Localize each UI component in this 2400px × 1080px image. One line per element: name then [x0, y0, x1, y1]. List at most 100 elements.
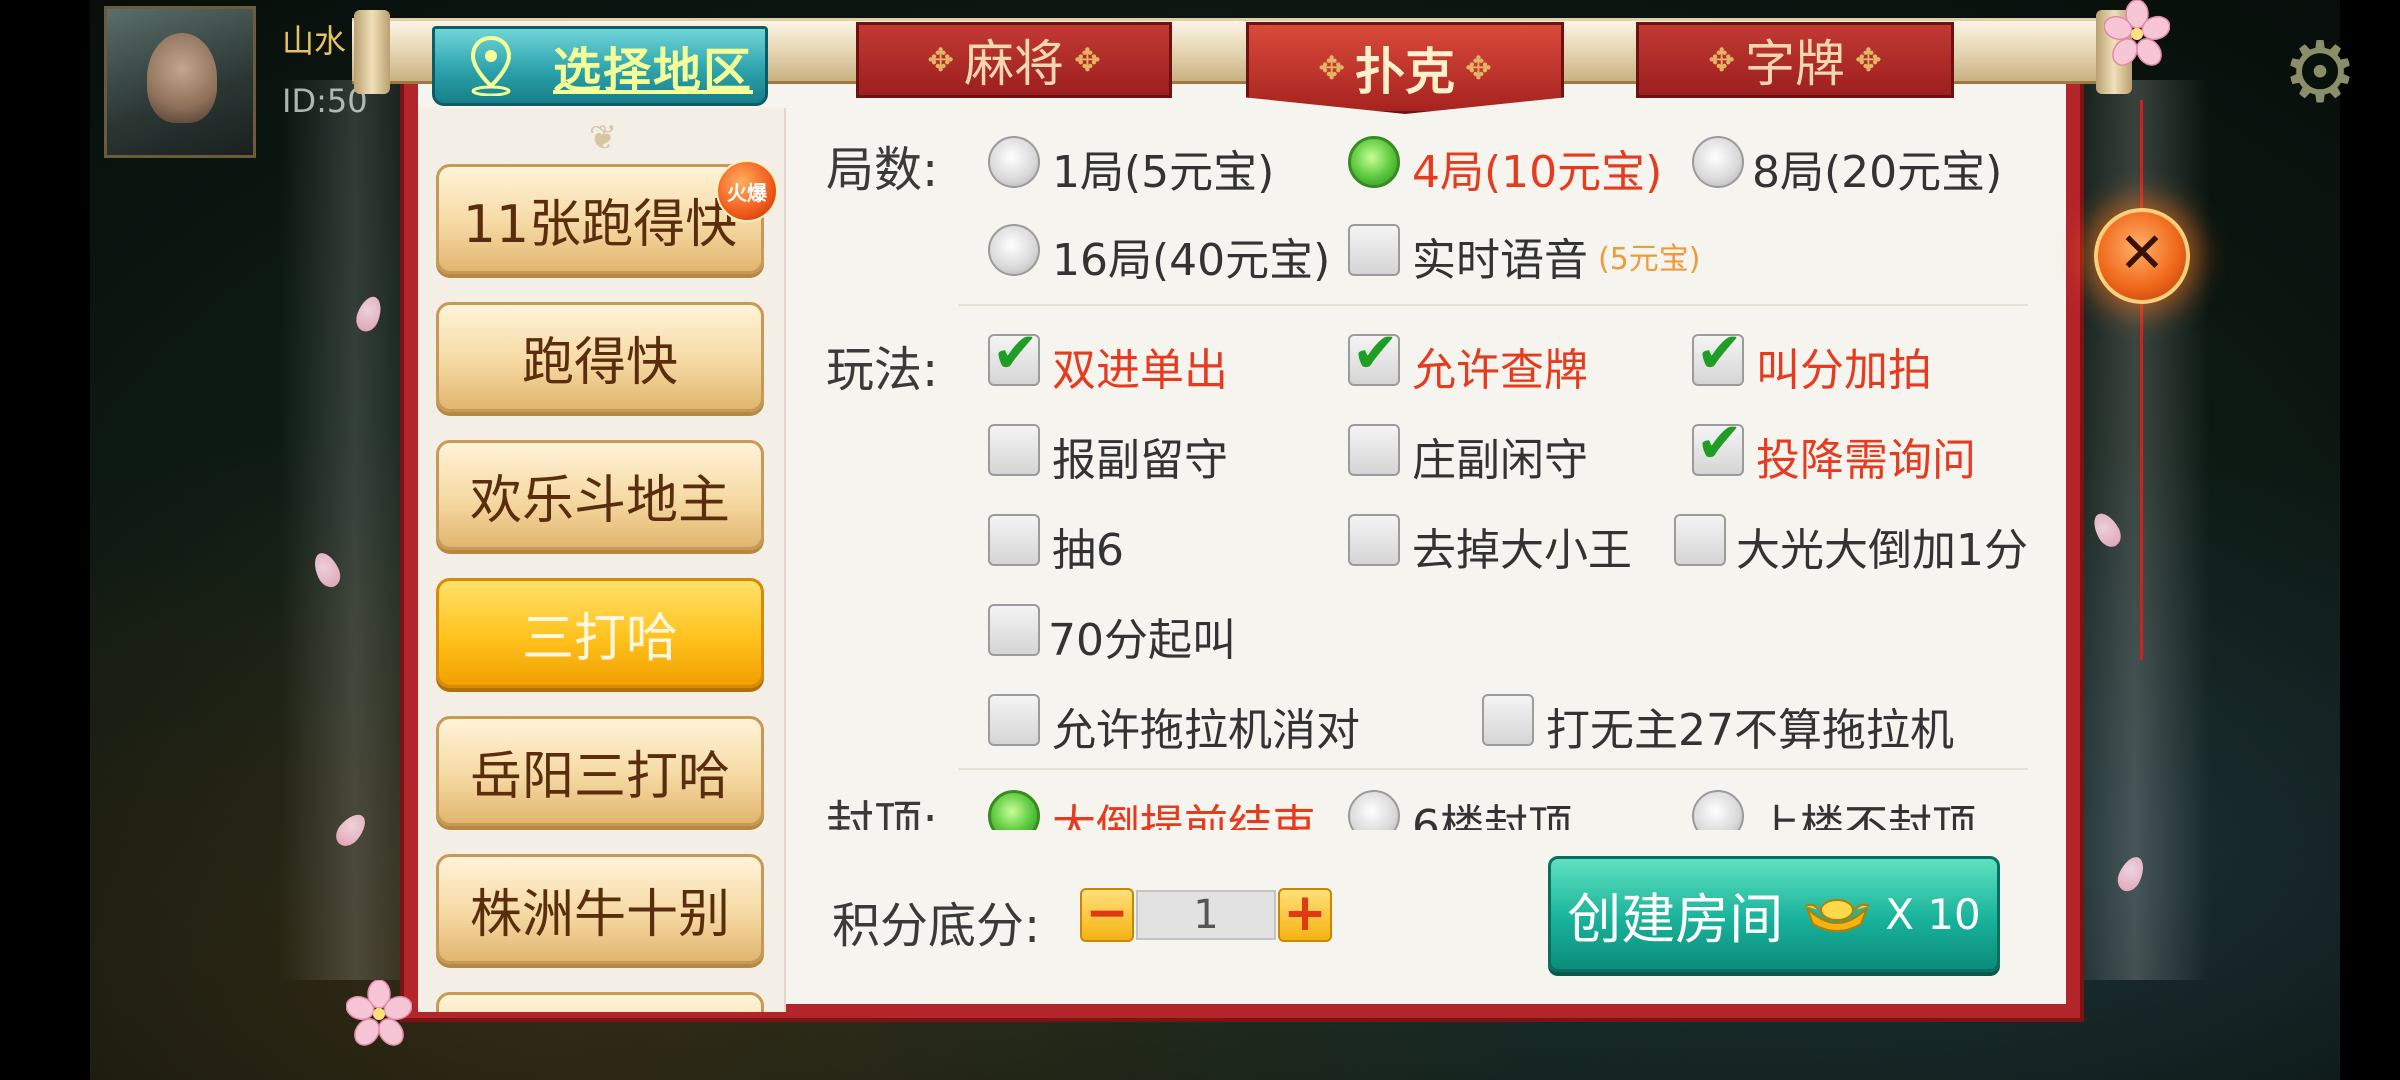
rounds-label: 局数: — [826, 142, 939, 198]
rope-decoration — [2140, 100, 2143, 660]
flower-decoration-icon — [2104, 0, 2170, 66]
checkbox-rule[interactable] — [988, 424, 1040, 476]
game-item-partial[interactable] — [436, 992, 764, 1012]
game-list-sidebar[interactable]: ❦ 11张跑得快 跑得快 欢乐斗地主 三打哈 岳阳三打哈 株洲牛十别 — [418, 108, 786, 1012]
option-label: 4局(10元宝) — [1412, 147, 1663, 198]
checkmark-icon: ✔ — [1696, 321, 1743, 386]
option-label: 大倒提前结束 — [1052, 801, 1316, 830]
game-item-label: 三打哈 — [521, 608, 678, 669]
ornament-icon: ✥ — [1708, 41, 1735, 79]
gear-icon[interactable]: ⚙ — [2272, 24, 2368, 120]
create-room-label: 创建房间 — [1567, 887, 1784, 951]
game-item-sandaha[interactable]: 三打哈 — [436, 578, 764, 688]
radio-cap[interactable] — [1348, 790, 1400, 830]
ornament-icon: ✥ — [1074, 41, 1101, 79]
checkbox-rule[interactable] — [988, 514, 1040, 566]
radio-1-round[interactable] — [988, 136, 1040, 188]
option-label: 大光大倒加1分 — [1736, 525, 2028, 576]
ornament-icon: ✥ — [1465, 49, 1492, 87]
create-room-button[interactable]: 创建房间 X 10 — [1548, 856, 2000, 972]
game-item-paodekuai[interactable]: 跑得快 — [436, 302, 764, 412]
create-room-multiplier: X 10 — [1885, 889, 1981, 939]
user-name: 山水 — [282, 22, 347, 60]
option-label: 双进单出 — [1052, 345, 1228, 396]
divider — [958, 304, 2028, 306]
option-label: 打无主27不算拖拉机 — [1546, 705, 1954, 756]
ornament-icon: ✥ — [927, 41, 954, 79]
game-item-label: 岳阳三打哈 — [469, 746, 730, 807]
option-label: 叫分加拍 — [1756, 345, 1932, 396]
rules-label: 玩法: — [826, 342, 939, 398]
checkmark-icon: ✔ — [992, 321, 1039, 386]
gold-ingot-icon — [1804, 899, 1870, 932]
tab-poker[interactable]: ✥ 扑克 ✥ — [1246, 22, 1564, 114]
option-label: 70分起叫 — [1048, 615, 1236, 666]
scroll-end-left — [354, 10, 390, 94]
radio-cap[interactable] — [988, 790, 1040, 830]
avatar-face — [147, 33, 217, 123]
option-label: 允许拖拉机消对 — [1052, 705, 1360, 756]
checkbox-rule[interactable] — [988, 604, 1040, 656]
game-item-label: 跑得快 — [521, 332, 678, 393]
flower-decoration-icon — [346, 980, 412, 1046]
checkbox-rule[interactable] — [988, 694, 1040, 746]
game-item-11-paodekuai[interactable]: 11张跑得快 — [436, 164, 764, 274]
checkbox-rule[interactable] — [1348, 514, 1400, 566]
score-label: 积分底分: — [832, 898, 1041, 954]
option-label: 1局(5元宝) — [1052, 147, 1275, 198]
game-item-yueyang-sandaha[interactable]: 岳阳三打哈 — [436, 716, 764, 826]
tab-label: 扑克 — [1355, 43, 1455, 101]
checkbox-rule[interactable] — [1348, 424, 1400, 476]
game-item-label: 11张跑得快 — [462, 194, 738, 255]
tab-label: 字牌 — [1745, 35, 1845, 93]
location-pin-icon — [470, 36, 512, 96]
tab-zipai[interactable]: ✥ 字牌 ✥ — [1636, 22, 1954, 98]
ornament-icon: ✥ — [1855, 41, 1882, 79]
radio-cap[interactable] — [1692, 790, 1744, 830]
option-label: 8局(20元宝) — [1752, 147, 2003, 198]
option-label: 允许查牌 — [1412, 345, 1588, 396]
left-letterbox — [0, 0, 90, 1080]
score-minus-button[interactable]: − — [1080, 887, 1134, 942]
tab-label: 麻将 — [964, 35, 1064, 93]
game-item-zhuzhou[interactable]: 株洲牛十别 — [436, 854, 764, 964]
option-label: 16局(40元宝) — [1052, 235, 1331, 286]
game-item-label: 欢乐斗地主 — [469, 470, 730, 531]
radio-4-rounds[interactable] — [1348, 136, 1400, 188]
checkbox-voice[interactable] — [1348, 224, 1400, 276]
game-item-label: 株洲牛十别 — [469, 884, 730, 945]
checkbox-rule[interactable] — [1674, 514, 1726, 566]
option-label: 庄副闲守 — [1412, 435, 1588, 486]
checkbox-rule[interactable]: ✔ — [988, 326, 1040, 386]
checkmark-icon: ✔ — [1696, 411, 1743, 476]
knot-ornament-icon: ❦ — [588, 118, 618, 158]
select-region-label: 选择地区 — [553, 43, 754, 99]
checkbox-rule[interactable] — [1482, 694, 1534, 746]
score-value[interactable]: 1 — [1136, 890, 1276, 940]
radio-8-rounds[interactable] — [1692, 136, 1744, 188]
option-label: 6楼封顶 — [1412, 801, 1572, 830]
cap-label: 封顶: — [826, 796, 939, 830]
score-plus-button[interactable]: + — [1278, 887, 1332, 942]
right-letterbox — [2340, 0, 2400, 1080]
option-label: 去掉大小王 — [1412, 525, 1632, 576]
select-region-button[interactable]: 选择地区 — [432, 26, 768, 106]
avatar[interactable] — [104, 6, 256, 158]
checkbox-rule[interactable]: ✔ — [1692, 416, 1744, 476]
checkbox-rule[interactable]: ✔ — [1692, 326, 1744, 386]
radio-16-rounds[interactable] — [988, 224, 1040, 276]
option-label: 报副留守 — [1052, 435, 1228, 486]
option-label: 抽6 — [1052, 525, 1124, 576]
hot-badge: 火爆 — [716, 160, 778, 222]
ornament-icon: ✥ — [1318, 49, 1345, 87]
option-label: 投降需询问 — [1756, 435, 1976, 486]
options-panel[interactable]: 局数: 1局(5元宝) 4局(10元宝) 8局(20元宝) 16局(40元宝) … — [786, 108, 2056, 830]
close-button[interactable]: ✕ — [2094, 208, 2190, 304]
divider — [958, 768, 2028, 770]
option-label: 实时语音 — [1412, 235, 1588, 286]
voice-cost: (5元宝) — [1598, 242, 1701, 277]
game-item-doudizhu[interactable]: 欢乐斗地主 — [436, 440, 764, 550]
checkmark-icon: ✔ — [1352, 321, 1399, 386]
tab-mahjong[interactable]: ✥ 麻将 ✥ — [856, 22, 1172, 98]
checkbox-rule[interactable]: ✔ — [1348, 326, 1400, 386]
